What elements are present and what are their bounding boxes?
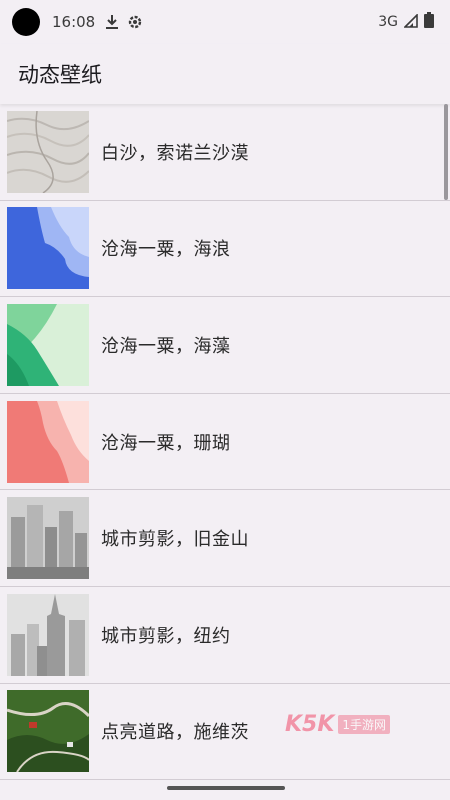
thumbnail-green-seaweed bbox=[7, 303, 89, 386]
download-icon bbox=[105, 14, 119, 30]
network-type: 3G bbox=[378, 14, 398, 30]
wallpaper-label: 白沙，索诺兰沙漠 bbox=[101, 142, 249, 164]
wallpaper-label: 沧海一粟，珊瑚 bbox=[101, 432, 231, 454]
app-bar: 动态壁纸 bbox=[0, 44, 450, 104]
page-title: 动态壁纸 bbox=[18, 63, 102, 87]
wallpaper-list[interactable]: 白沙，索诺兰沙漠 沧海一粟，海浪 沧海一粟，海藻 沧海一粟，珊瑚 城市剪影，旧金… bbox=[0, 104, 450, 780]
wallpaper-item-new-york[interactable]: 城市剪影，纽约 bbox=[0, 587, 450, 684]
scrollbar[interactable] bbox=[444, 104, 448, 200]
thumbnail-road-schwyz bbox=[7, 690, 89, 773]
battery-icon bbox=[424, 12, 434, 32]
wallpaper-item-white-sand[interactable]: 白沙，索诺兰沙漠 bbox=[0, 104, 450, 201]
thumbnail-city-san-francisco bbox=[7, 497, 89, 580]
thumbnail-city-new-york bbox=[7, 593, 89, 676]
camera-cutout bbox=[12, 8, 40, 36]
wallpaper-item-coral[interactable]: 沧海一粟，珊瑚 bbox=[0, 394, 450, 491]
wallpaper-item-seaweed[interactable]: 沧海一粟，海藻 bbox=[0, 297, 450, 394]
settings-gear-icon bbox=[127, 14, 143, 30]
watermark-text: 1手游网 bbox=[338, 715, 391, 734]
wallpaper-label: 沧海一粟，海藻 bbox=[101, 335, 231, 357]
thumbnail-sand-dunes bbox=[7, 110, 89, 193]
status-right-group: 3G bbox=[378, 12, 434, 32]
wallpaper-label: 点亮道路，施维茨 bbox=[101, 722, 249, 744]
wallpaper-item-san-francisco[interactable]: 城市剪影，旧金山 bbox=[0, 490, 450, 587]
wallpaper-label: 城市剪影，旧金山 bbox=[101, 529, 249, 551]
wallpaper-label: 城市剪影，纽约 bbox=[101, 625, 231, 647]
status-time: 16:08 bbox=[52, 13, 96, 31]
gesture-nav-handle[interactable] bbox=[167, 786, 285, 790]
signal-icon bbox=[403, 12, 418, 32]
wallpaper-item-ocean-waves[interactable]: 沧海一粟，海浪 bbox=[0, 201, 450, 298]
watermark-brand: K5K bbox=[285, 712, 335, 737]
watermark: K5K 1手游网 bbox=[285, 712, 391, 737]
status-bar: 16:08 3G bbox=[0, 0, 450, 44]
thumbnail-blue-waves bbox=[7, 207, 89, 290]
thumbnail-pink-coral bbox=[7, 400, 89, 483]
wallpaper-label: 沧海一粟，海浪 bbox=[101, 239, 231, 261]
